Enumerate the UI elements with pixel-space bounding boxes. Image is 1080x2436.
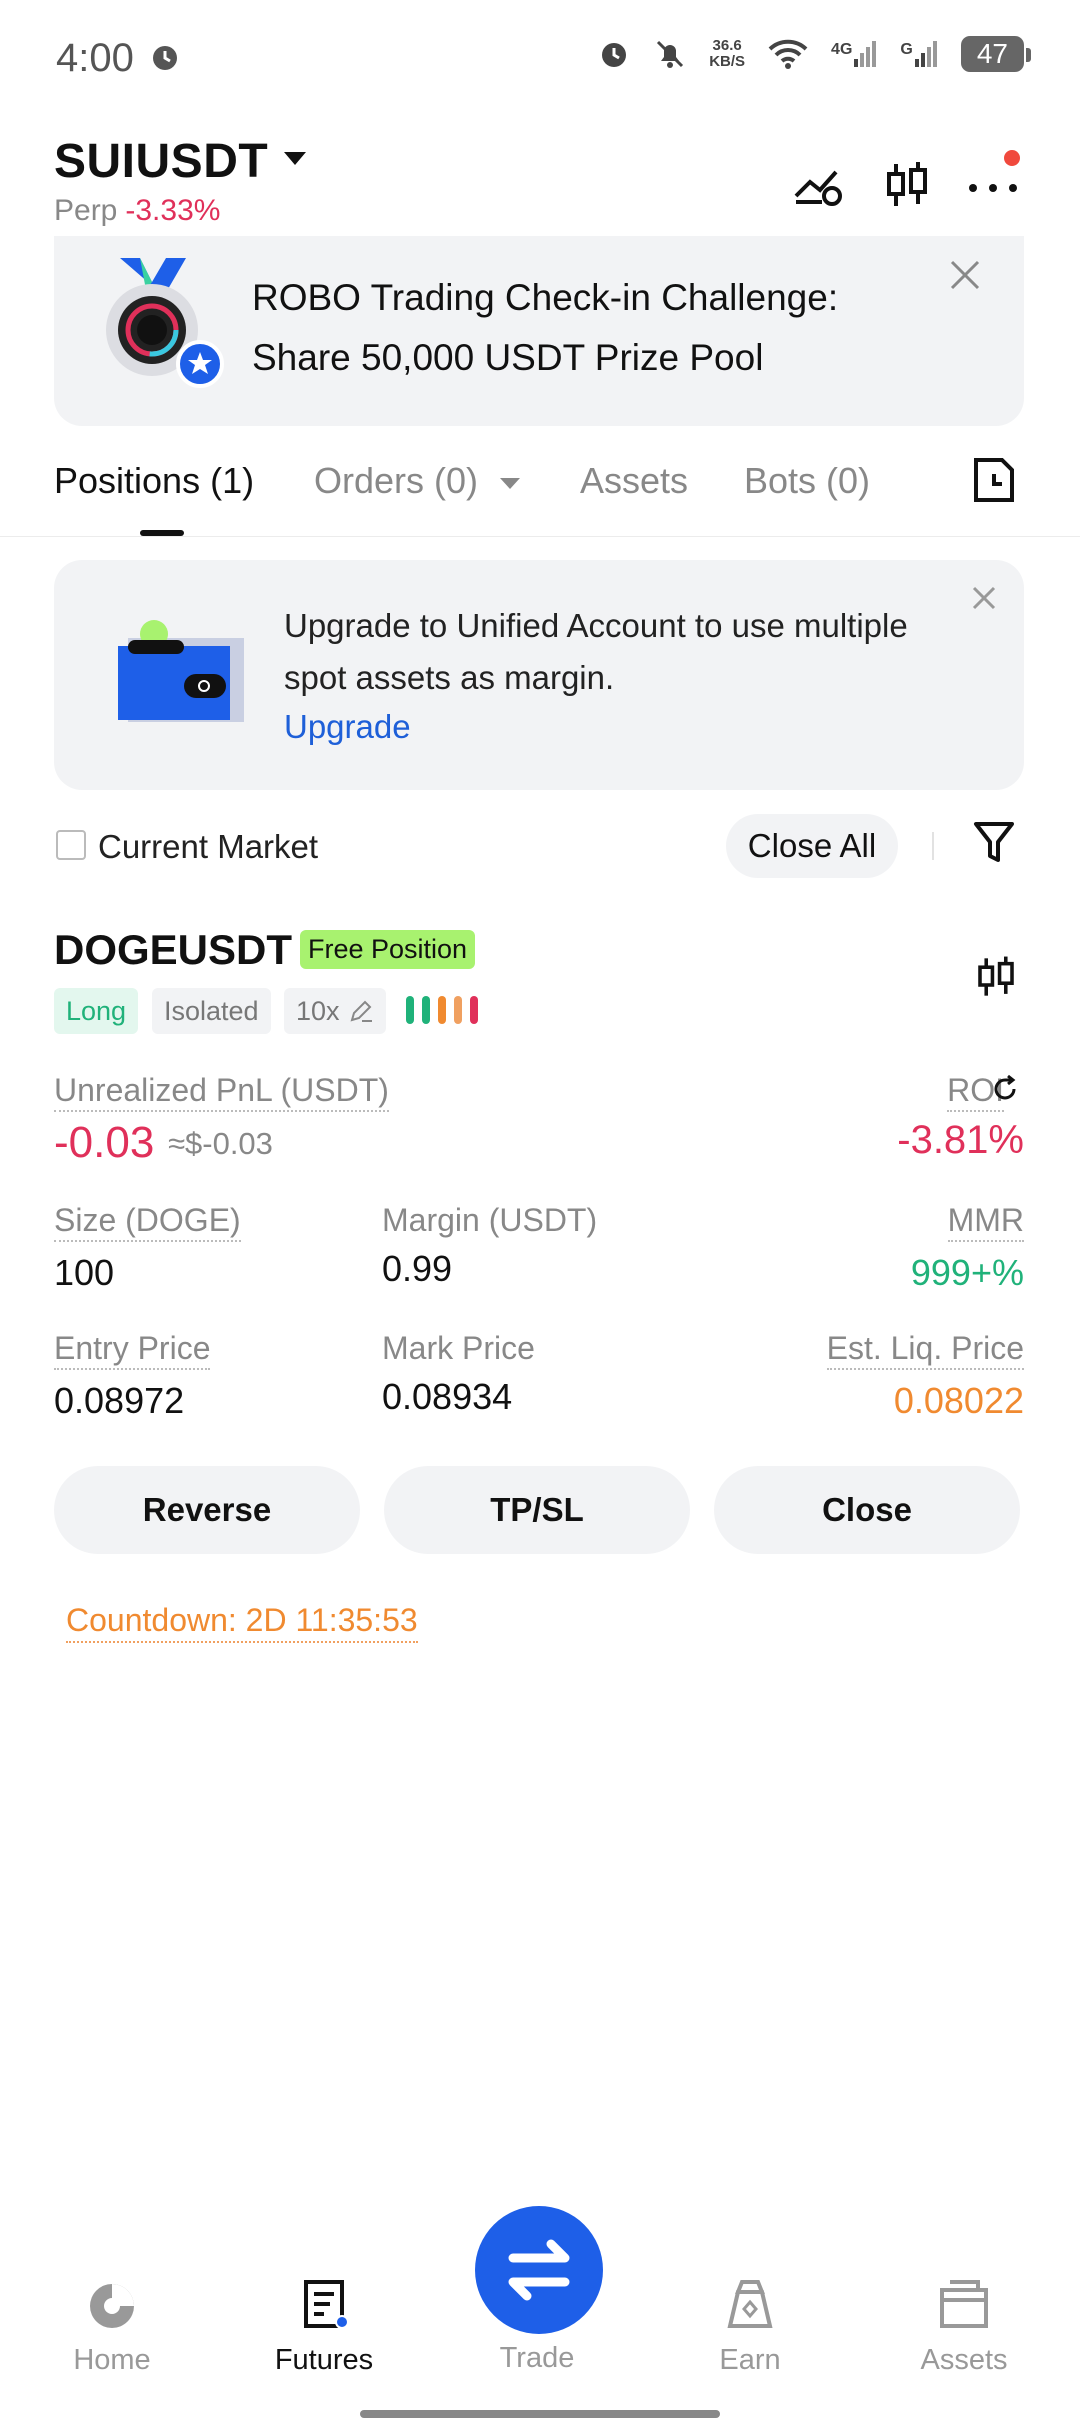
trend-alert-icon[interactable] (792, 158, 846, 212)
tab-orders[interactable]: Orders (0) (314, 460, 478, 502)
free-position-badge: Free Position (300, 930, 476, 969)
position-symbol[interactable]: DOGEUSDT (54, 926, 292, 974)
nav-home[interactable]: Home (22, 2276, 202, 2377)
upgrade-link[interactable]: Upgrade (284, 708, 411, 746)
home-indicator (360, 2410, 720, 2418)
close-icon[interactable] (970, 584, 998, 612)
risk-bar (406, 996, 414, 1024)
risk-bar (438, 996, 446, 1024)
divider (932, 832, 934, 860)
price-change: -3.33% (125, 194, 221, 227)
wallet-icon (118, 620, 244, 722)
signal-g: G (900, 41, 938, 67)
signal-4g: 4G (831, 41, 878, 67)
reverse-button[interactable]: Reverse (54, 1466, 360, 1554)
futures-icon (304, 2280, 349, 2329)
margin-mode-tag: Isolated (152, 988, 271, 1034)
battery-indicator: 47 (960, 36, 1032, 72)
mark-price-label: Mark Price (382, 1330, 535, 1366)
mark-price-value: 0.08934 (382, 1376, 513, 1417)
candlestick-chart-icon[interactable] (880, 158, 934, 212)
earn-icon (727, 2280, 773, 2328)
edit-icon[interactable] (348, 998, 374, 1024)
promo-text[interactable]: ROBO Trading Check-in Challenge: Share 5… (252, 268, 892, 388)
size-label[interactable]: Size (DOGE) (54, 1202, 241, 1242)
risk-bar (422, 996, 430, 1024)
mmr-label[interactable]: MMR (947, 1202, 1024, 1242)
alarm-icon (153, 46, 177, 70)
roi-value: -3.81% (897, 1118, 1024, 1162)
margin-value: 0.99 (382, 1248, 453, 1289)
mmr-value: 999+% (910, 1252, 1024, 1293)
trade-button[interactable] (475, 2206, 603, 2334)
upnl-label[interactable]: Unrealized PnL (USDT) (54, 1072, 389, 1112)
home-icon (90, 2284, 134, 2328)
nav-earn[interactable]: Earn (660, 2276, 840, 2377)
orders-dropdown-icon[interactable] (500, 478, 520, 489)
wifi-icon (768, 39, 808, 69)
upgrade-text: Upgrade to Unified Account to use multip… (284, 607, 908, 696)
tab-bots[interactable]: Bots (0) (744, 460, 870, 502)
wallet-icon (940, 2280, 988, 2328)
tab-assets[interactable]: Assets (580, 460, 688, 502)
upnl-value: -0.03 (54, 1118, 155, 1167)
alarm-icon (602, 43, 627, 67)
close-position-button[interactable]: Close (714, 1466, 1020, 1554)
history-document-icon[interactable] (972, 456, 1016, 504)
status-time: 4:00 (56, 36, 134, 80)
signal-icon (854, 41, 877, 67)
status-icons: 36.6 KB/S 4G G 47 (597, 36, 1032, 72)
medal-icon (106, 258, 224, 388)
pair-subtitle: Perp -3.33% (54, 194, 221, 227)
current-market-label[interactable]: Current Market (98, 828, 318, 866)
side-tag: Long (54, 988, 139, 1034)
entry-price-value: 0.08972 (54, 1380, 185, 1421)
current-market-checkbox[interactable] (56, 830, 86, 860)
candlestick-chart-icon[interactable] (972, 952, 1020, 1002)
liq-price-label[interactable]: Est. Liq. Price (826, 1330, 1024, 1370)
close-icon[interactable] (946, 256, 984, 294)
entry-price-label[interactable]: Entry Price (54, 1330, 211, 1370)
bell-off-icon (657, 40, 684, 68)
swap-icon (508, 2239, 570, 2301)
risk-bar (470, 996, 478, 1024)
pair-dropdown-icon[interactable] (284, 152, 306, 165)
refresh-icon[interactable] (990, 1074, 1020, 1104)
countdown-timer[interactable]: Countdown: 2D 11:35:53 (66, 1602, 418, 1643)
margin-label: Margin (USDT) (382, 1202, 598, 1238)
nav-futures[interactable]: Futures (234, 2276, 414, 2377)
signal-icon (914, 41, 937, 67)
tab-divider (0, 536, 1080, 537)
liq-price-value: 0.08022 (893, 1380, 1024, 1421)
nav-assets[interactable]: Assets (874, 2276, 1054, 2377)
tab-positions[interactable]: Positions (1) (54, 460, 254, 502)
close-all-button[interactable]: Close All (726, 814, 898, 878)
tpsl-button[interactable]: TP/SL (384, 1466, 690, 1554)
pair-title[interactable]: SUIUSDT (54, 134, 268, 189)
filter-icon[interactable] (972, 818, 1016, 866)
risk-bar (454, 996, 462, 1024)
upnl-usd: ≈$-0.03 (168, 1126, 273, 1161)
more-icon[interactable] (966, 158, 1020, 212)
size-value: 100 (54, 1252, 115, 1293)
notification-dot (1004, 150, 1020, 166)
nav-trade-label[interactable]: Trade (447, 2342, 627, 2375)
net-speed: 36.6 KB/S (709, 37, 746, 70)
